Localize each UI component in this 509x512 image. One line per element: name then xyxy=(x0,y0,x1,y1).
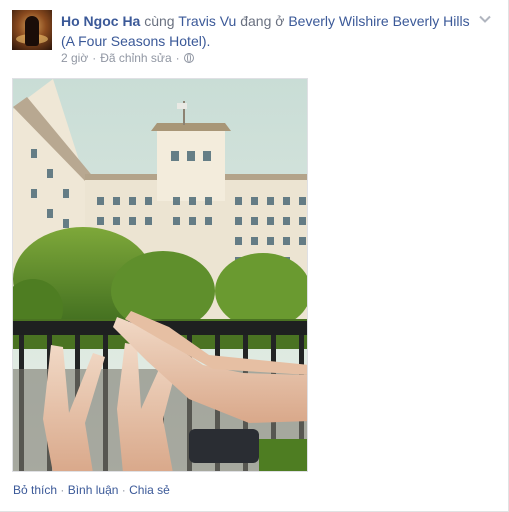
comment-button[interactable]: Bình luận xyxy=(68,483,119,497)
photo-scene xyxy=(13,79,307,471)
globe-icon[interactable] xyxy=(183,53,194,63)
chevron-down-icon[interactable] xyxy=(478,12,492,26)
feed-post: Ho Ngoc Ha cùng Travis Vu đang ở Beverly… xyxy=(0,0,509,512)
action-separator: · xyxy=(60,483,65,497)
post-actions: Bỏ thích · Bình luận · Chia sẻ xyxy=(13,483,170,497)
author-avatar[interactable] xyxy=(12,10,52,50)
at-text: đang ở xyxy=(236,13,289,29)
with-text: cùng xyxy=(140,13,179,29)
author-name[interactable]: Ho Ngoc Ha xyxy=(61,13,140,29)
action-separator: · xyxy=(121,483,126,497)
meta-separator: · xyxy=(175,51,180,65)
post-time[interactable]: 2 giờ xyxy=(61,51,88,65)
share-button[interactable]: Chia sẻ xyxy=(129,483,170,497)
avatar-figure xyxy=(25,16,39,46)
post-meta: 2 giờ · Đã chỉnh sửa · xyxy=(61,51,194,65)
post-photo[interactable] xyxy=(12,78,308,472)
edited-label[interactable]: Đã chỉnh sửa xyxy=(100,51,171,65)
post-header: Ho Ngoc Ha cùng Travis Vu đang ở Beverly… xyxy=(61,11,471,51)
tagged-friend[interactable]: Travis Vu xyxy=(178,13,236,29)
meta-separator: · xyxy=(92,51,97,65)
unlike-button[interactable]: Bỏ thích xyxy=(13,483,57,497)
